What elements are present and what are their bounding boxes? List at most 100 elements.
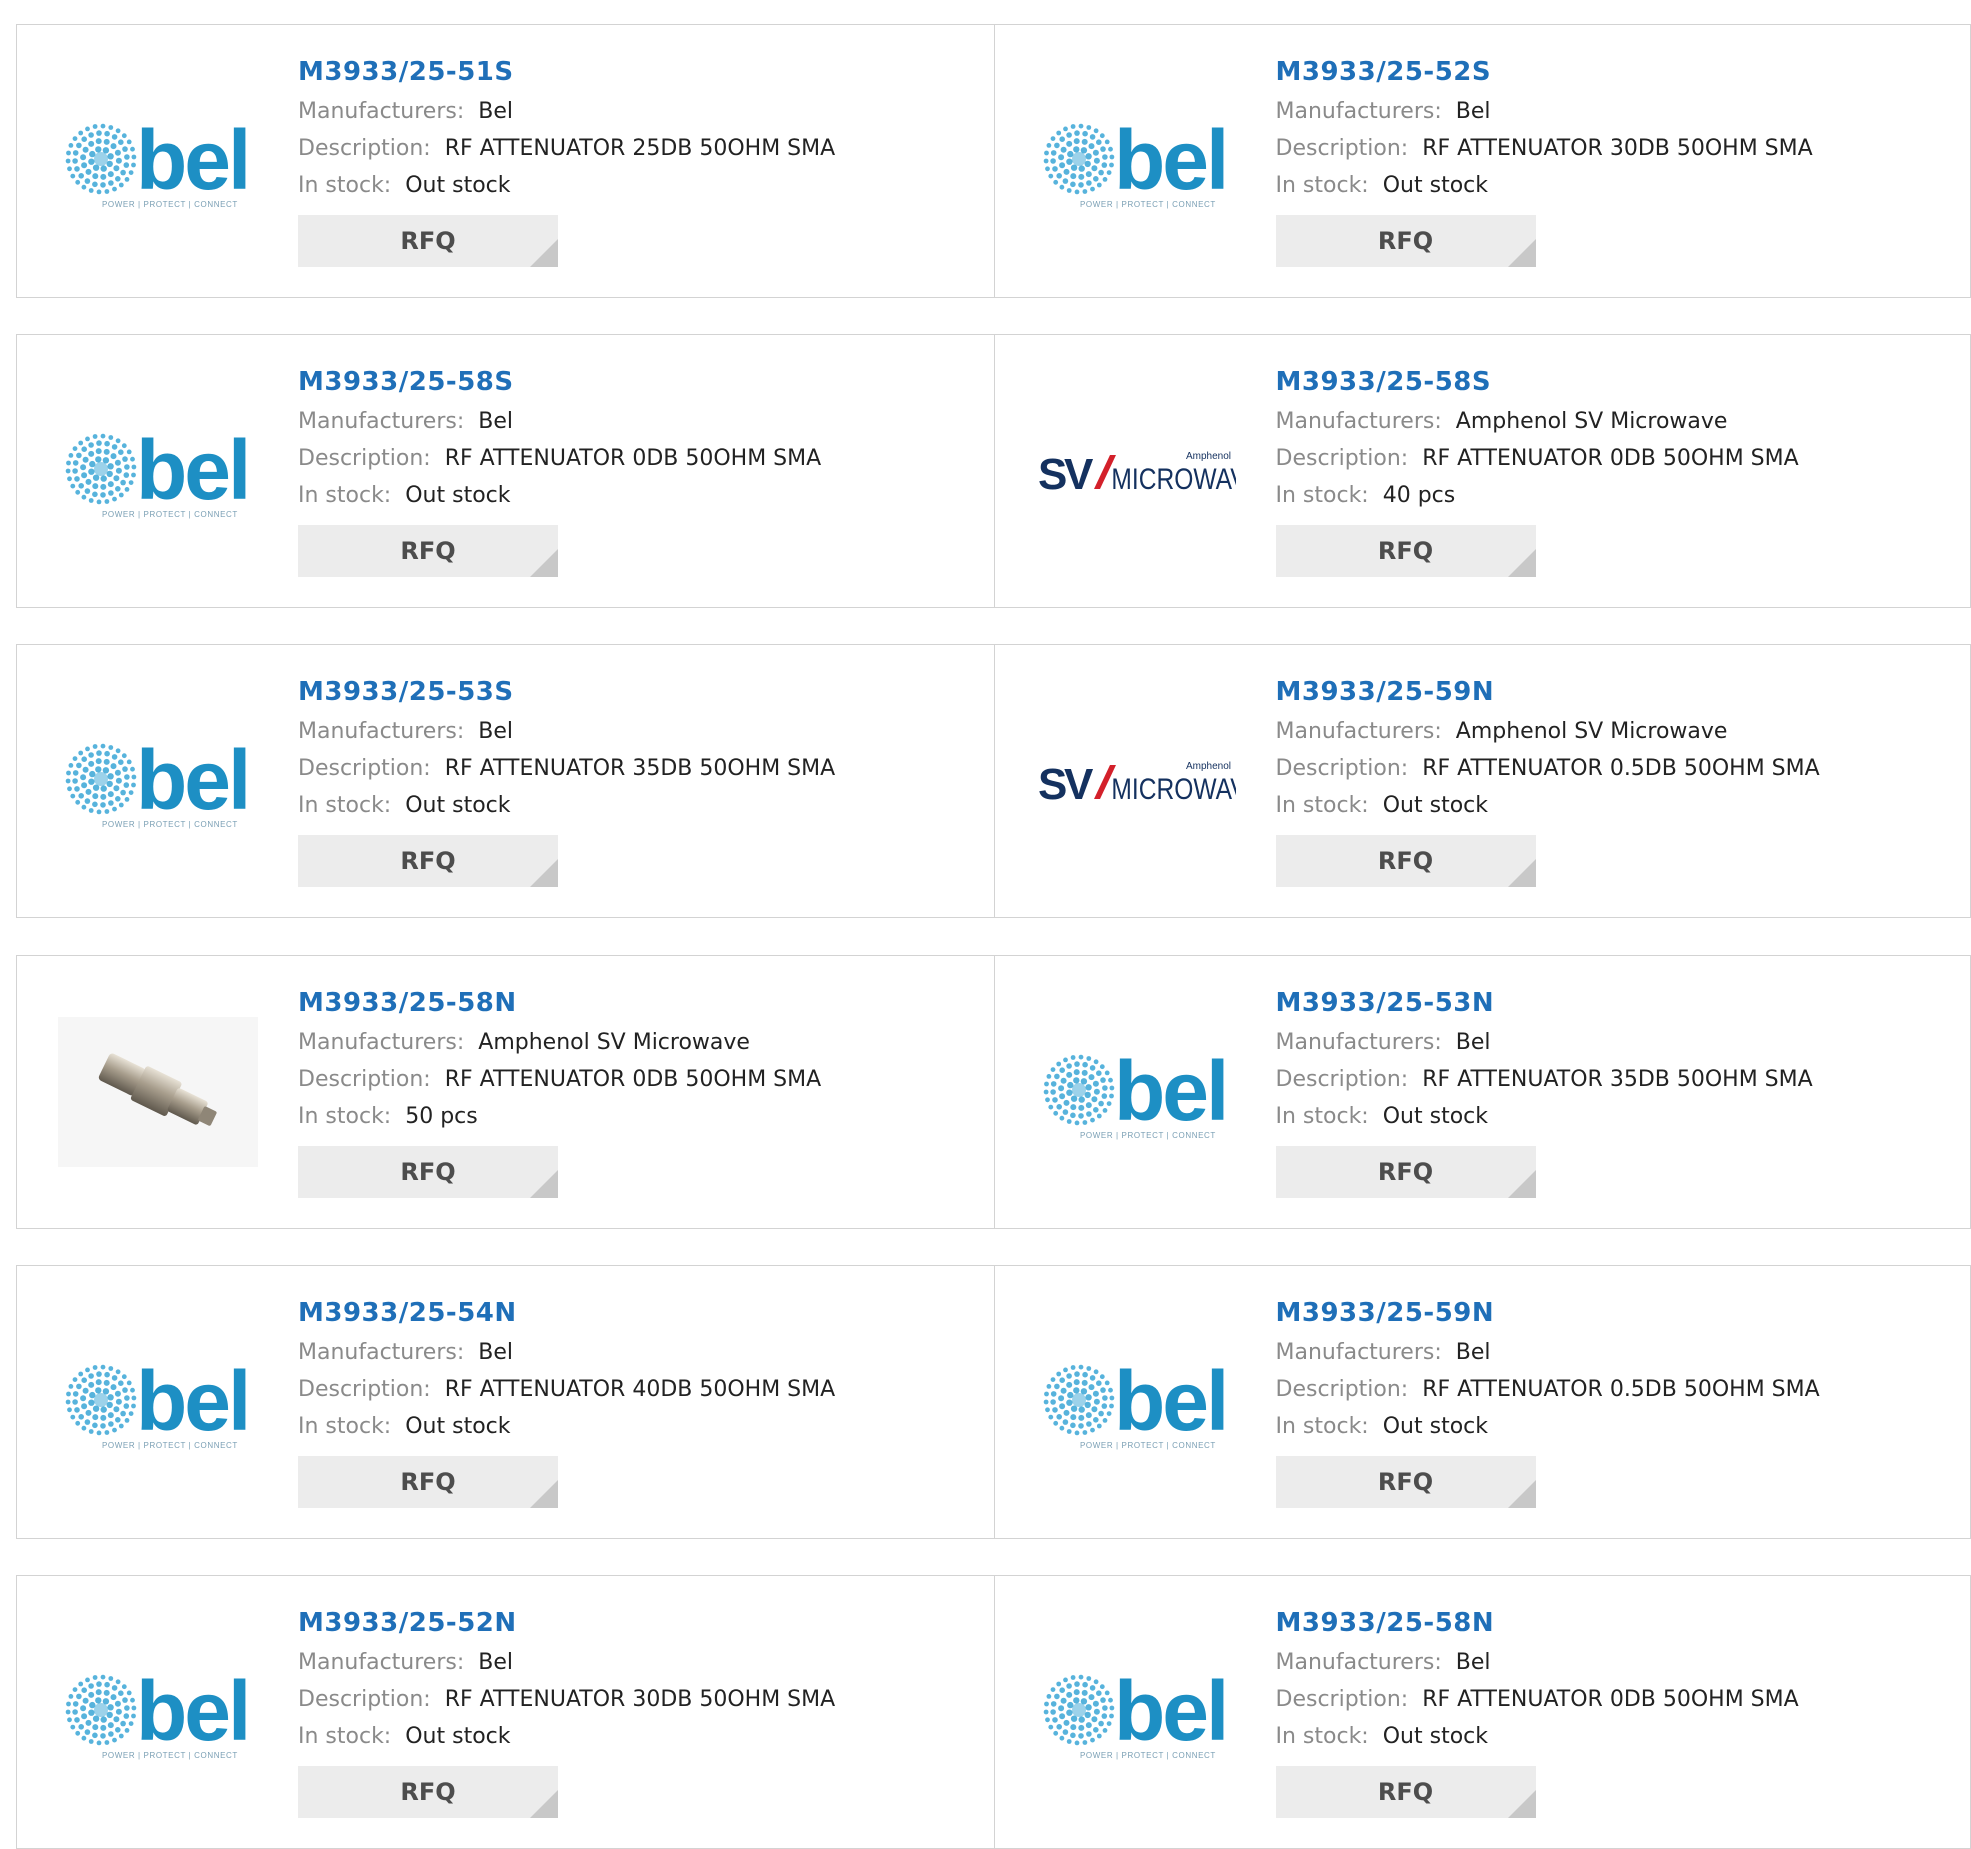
description-value: RF ATTENUATOR 35DB 50OHM SMA — [445, 756, 835, 781]
product-card: bel POWER | PROTECT | CONNECT M3933/25-5… — [16, 1575, 995, 1849]
in-stock-label: In stock: — [1276, 1414, 1369, 1439]
svg-text:POWER | PROTECT | CONNECT: POWER | PROTECT | CONNECT — [102, 200, 238, 209]
manufacturer-row: Manufacturers:Bel — [1276, 93, 1813, 130]
description-value: RF ATTENUATOR 0DB 50OHM SMA — [445, 1067, 821, 1092]
corner-decoration — [530, 1480, 558, 1508]
bel-logo[interactable]: bel POWER | PROTECT | CONNECT — [1033, 1036, 1239, 1148]
svg-text:bel: bel — [1114, 113, 1226, 207]
product-info: M3933/25-58S Manufacturers:Amphenol SV M… — [1276, 361, 1799, 577]
manufacturer-row: Manufacturers: Bel — [298, 713, 835, 750]
description-row: Description:RF ATTENUATOR 0DB 50OHM SMA — [298, 440, 821, 477]
part-number-link[interactable]: M3933/25-53N — [1276, 982, 1813, 1024]
product-photo[interactable] — [55, 1036, 261, 1148]
rfq-label: RFQ — [1378, 227, 1433, 255]
manufacturers-label: Manufacturers: — [1276, 1650, 1442, 1675]
manufacturers-label: Manufacturers: — [1276, 1340, 1442, 1365]
part-number-link[interactable]: M3933/25-54N — [298, 1292, 835, 1334]
bel-logo[interactable]: bel POWER | PROTECT | CONNECT — [1033, 1656, 1239, 1768]
description-label: Description: — [1276, 446, 1409, 471]
product-card: bel POWER | PROTECT | CONNECT M3933/25-5… — [995, 24, 1971, 298]
corner-decoration — [530, 859, 558, 887]
part-number-link[interactable]: M3933/25-58N — [1276, 1602, 1799, 1644]
product-card: bel POWER | PROTECT | CONNECT M3933/25-5… — [16, 1265, 995, 1539]
bel-logo[interactable]: bel POWER | PROTECT | CONNECT — [1033, 105, 1239, 217]
description-row: Description:RF ATTENUATOR 35DB 50OHM SMA — [298, 750, 835, 787]
part-number-link[interactable]: M3933/25-58S — [298, 361, 821, 403]
rfq-button[interactable]: RFQ — [298, 1766, 558, 1818]
manufacturers-label: Manufacturers: — [298, 99, 464, 124]
product-info: M3933/25-59N Manufacturers:Amphenol SV M… — [1276, 671, 1820, 887]
sv-microwave-logo[interactable]: S V MICROWAVE Amphenol — [1033, 415, 1239, 527]
svg-text:MICROWAVE: MICROWAVE — [1111, 772, 1236, 806]
stock-value: 50 pcs — [405, 1104, 478, 1129]
description-value: RF ATTENUATOR 40DB 50OHM SMA — [445, 1377, 835, 1402]
part-number-link[interactable]: M3933/25-59N — [1276, 671, 1820, 713]
description-value: RF ATTENUATOR 0.5DB 50OHM SMA — [1422, 756, 1819, 781]
manufacturer-value: Amphenol SV Microwave — [478, 1030, 750, 1055]
description-row: Description: RF ATTENUATOR 0.5DB 50OHM SM… — [1276, 750, 1820, 787]
rfq-button[interactable]: RFQ — [1276, 1766, 1536, 1818]
rfq-button[interactable]: RFQ — [1276, 525, 1536, 577]
part-number-link[interactable]: M3933/25-52N — [298, 1602, 835, 1644]
rfq-label: RFQ — [400, 1158, 455, 1186]
description-row: Description:RF ATTENUATOR 0DB 50OHM SMA — [1276, 1681, 1799, 1718]
corner-decoration — [1508, 1790, 1536, 1818]
bel-logo[interactable]: bel POWER | PROTECT | CONNECT — [55, 1656, 261, 1768]
product-info: M3933/25-54N Manufacturers:Bel Descripti… — [298, 1292, 835, 1508]
manufacturer-value: Bel — [1456, 1650, 1491, 1675]
rfq-button[interactable]: RFQ — [1276, 1456, 1536, 1508]
in-stock-label: In stock: — [1276, 483, 1369, 508]
description-label: Description: — [1276, 1067, 1409, 1092]
bel-logo[interactable]: bel POWER | PROTECT | CONNECT — [55, 415, 261, 527]
part-number-link[interactable]: M3933/25-58N — [298, 982, 821, 1024]
stock-row: In stock:Out stock — [1276, 1098, 1813, 1135]
product-card: bel POWER | PROTECT | CONNECT M3933/25-5… — [16, 24, 995, 298]
manufacturer-value: Bel — [1456, 99, 1491, 124]
in-stock-label: In stock: — [1276, 1104, 1369, 1129]
part-number-link[interactable]: M3933/25-53S — [298, 671, 835, 713]
bel-logo[interactable]: bel POWER | PROTECT | CONNECT — [55, 1346, 261, 1458]
rfq-label: RFQ — [400, 847, 455, 875]
product-card: S V MICROWAVE Amphenol M3933/25-58S Manu… — [995, 334, 1971, 608]
corner-decoration — [1508, 1480, 1536, 1508]
manufacturer-row: Manufacturers:Bel — [298, 1644, 835, 1681]
rfq-button[interactable]: RFQ — [1276, 215, 1536, 267]
manufacturer-value: Bel — [1456, 1030, 1491, 1055]
stock-row: In stock:Out stock — [298, 1408, 835, 1445]
svg-text:POWER | PROTECT | CONNECT: POWER | PROTECT | CONNECT — [1080, 1131, 1216, 1140]
rfq-button[interactable]: RFQ — [298, 525, 558, 577]
part-number-link[interactable]: M3933/25-52S — [1276, 51, 1813, 93]
in-stock-label: In stock: — [298, 1724, 391, 1749]
bel-logo[interactable]: bel POWER | PROTECT | CONNECT — [1033, 1346, 1239, 1458]
in-stock-label: In stock: — [1276, 793, 1369, 818]
description-row: Description: RF ATTENUATOR 40DB 50OHM SMA — [298, 1371, 835, 1408]
manufacturer-value: Bel — [1456, 1340, 1491, 1365]
product-info: M3933/25-58S Manufacturers:Bel Descripti… — [298, 361, 821, 577]
product-row: bel POWER | PROTECT | CONNECT M3933/25-5… — [16, 644, 1971, 918]
svg-text:bel: bel — [1114, 1044, 1226, 1138]
rfq-button[interactable]: RFQ — [298, 1456, 558, 1508]
sv-microwave-logo[interactable]: S V MICROWAVE Amphenol — [1033, 725, 1239, 837]
rfq-button[interactable]: RFQ — [298, 1146, 558, 1198]
manufacturers-label: Manufacturers: — [298, 719, 464, 744]
rfq-button[interactable]: RFQ — [298, 215, 558, 267]
description-label: Description: — [1276, 756, 1409, 781]
description-label: Description: — [298, 1067, 431, 1092]
svg-text:POWER | PROTECT | CONNECT: POWER | PROTECT | CONNECT — [102, 1441, 238, 1450]
manufacturer-row: Manufacturers:Bel — [1276, 1024, 1813, 1061]
svg-text:bel: bel — [136, 423, 248, 517]
product-card: bel POWER | PROTECT | CONNECT M3933/25-5… — [16, 334, 995, 608]
stock-value: Out stock — [405, 793, 510, 818]
part-number-link[interactable]: M3933/25-59N — [1276, 1292, 1820, 1334]
bel-logo[interactable]: bel POWER | PROTECT | CONNECT — [55, 105, 261, 217]
bel-logo[interactable]: bel POWER | PROTECT | CONNECT — [55, 725, 261, 837]
manufacturer-value: Bel — [478, 719, 513, 744]
description-label: Description: — [298, 1377, 431, 1402]
part-number-link[interactable]: M3933/25-51S — [298, 51, 835, 93]
rfq-button[interactable]: RFQ — [1276, 1146, 1536, 1198]
rfq-button[interactable]: RFQ — [1276, 835, 1536, 887]
in-stock-label: In stock: — [298, 483, 391, 508]
rfq-button[interactable]: RFQ — [298, 835, 558, 887]
part-number-link[interactable]: M3933/25-58S — [1276, 361, 1799, 403]
in-stock-label: In stock: — [1276, 1724, 1369, 1749]
